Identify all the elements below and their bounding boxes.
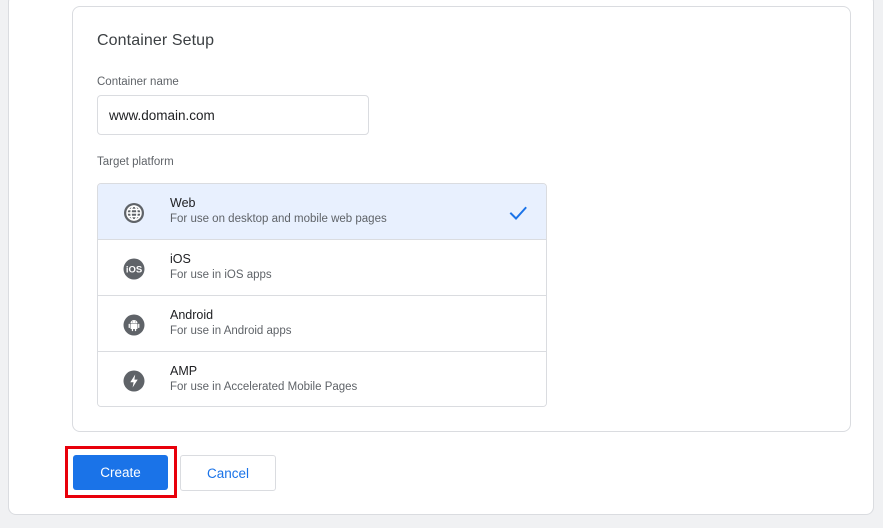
cancel-button[interactable]: Cancel xyxy=(180,455,276,491)
container-name-label: Container name xyxy=(97,76,179,88)
platform-title-android: Android xyxy=(170,308,214,322)
platform-desc-web: For use on desktop and mobile web pages xyxy=(170,213,387,225)
platform-option-amp[interactable]: AMP For use in Accelerated Mobile Pages xyxy=(98,352,546,406)
platform-desc-android: For use in Android apps xyxy=(170,325,292,337)
checkmark-icon xyxy=(508,203,528,223)
amp-icon xyxy=(122,369,146,393)
ios-icon: iOS xyxy=(122,257,146,281)
platform-list: Web For use on desktop and mobile web pa… xyxy=(97,183,547,407)
platform-option-web[interactable]: Web For use on desktop and mobile web pa… xyxy=(98,184,546,240)
card-title: Container Setup xyxy=(97,32,215,49)
svg-text:iOS: iOS xyxy=(126,265,142,276)
platform-desc-ios: For use in iOS apps xyxy=(170,269,272,281)
globe-icon xyxy=(122,201,146,225)
container-name-input[interactable] xyxy=(97,95,369,135)
target-platform-label: Target platform xyxy=(97,156,174,168)
android-icon xyxy=(122,313,146,337)
platform-title-web: Web xyxy=(170,196,196,210)
create-button[interactable]: Create xyxy=(73,455,168,490)
platform-option-android[interactable]: Android For use in Android apps xyxy=(98,296,546,352)
platform-title-ios: iOS xyxy=(170,252,191,266)
platform-option-ios[interactable]: iOS iOS For use in iOS apps xyxy=(98,240,546,296)
platform-title-amp: AMP xyxy=(170,364,198,378)
platform-desc-amp: For use in Accelerated Mobile Pages xyxy=(170,381,358,393)
